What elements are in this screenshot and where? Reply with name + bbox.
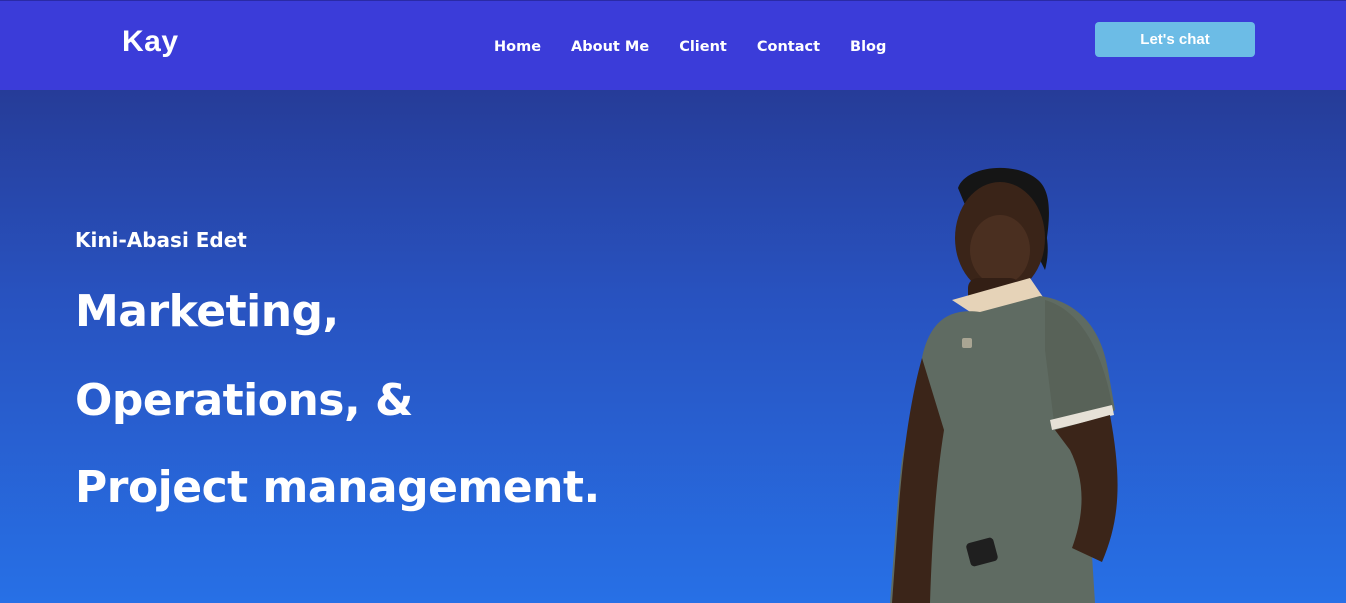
nav-link-contact[interactable]: Contact [757,39,820,55]
nav-link-blog[interactable]: Blog [850,39,886,55]
hero-headline-line-1: Marketing, [75,286,339,337]
hero-headline-line-3: Project management. [75,462,600,513]
lets-chat-button[interactable]: Let's chat [1095,22,1255,57]
navbar: Kay Home About Me Client Contact Blog Le… [0,0,1346,90]
nav-link-client[interactable]: Client [679,39,727,55]
nav-link-home[interactable]: Home [494,39,541,55]
hero-section: Kini-Abasi Edet Marketing, Operations, &… [0,90,1346,603]
hero-headline-line-2: Operations, & [75,375,413,426]
nav-links: Home About Me Client Contact Blog [494,39,916,55]
portrait-image [890,167,1118,603]
site-logo[interactable]: Kay [122,25,179,59]
hero-name: Kini-Abasi Edet [75,228,247,252]
nav-link-about-me[interactable]: About Me [571,39,649,55]
